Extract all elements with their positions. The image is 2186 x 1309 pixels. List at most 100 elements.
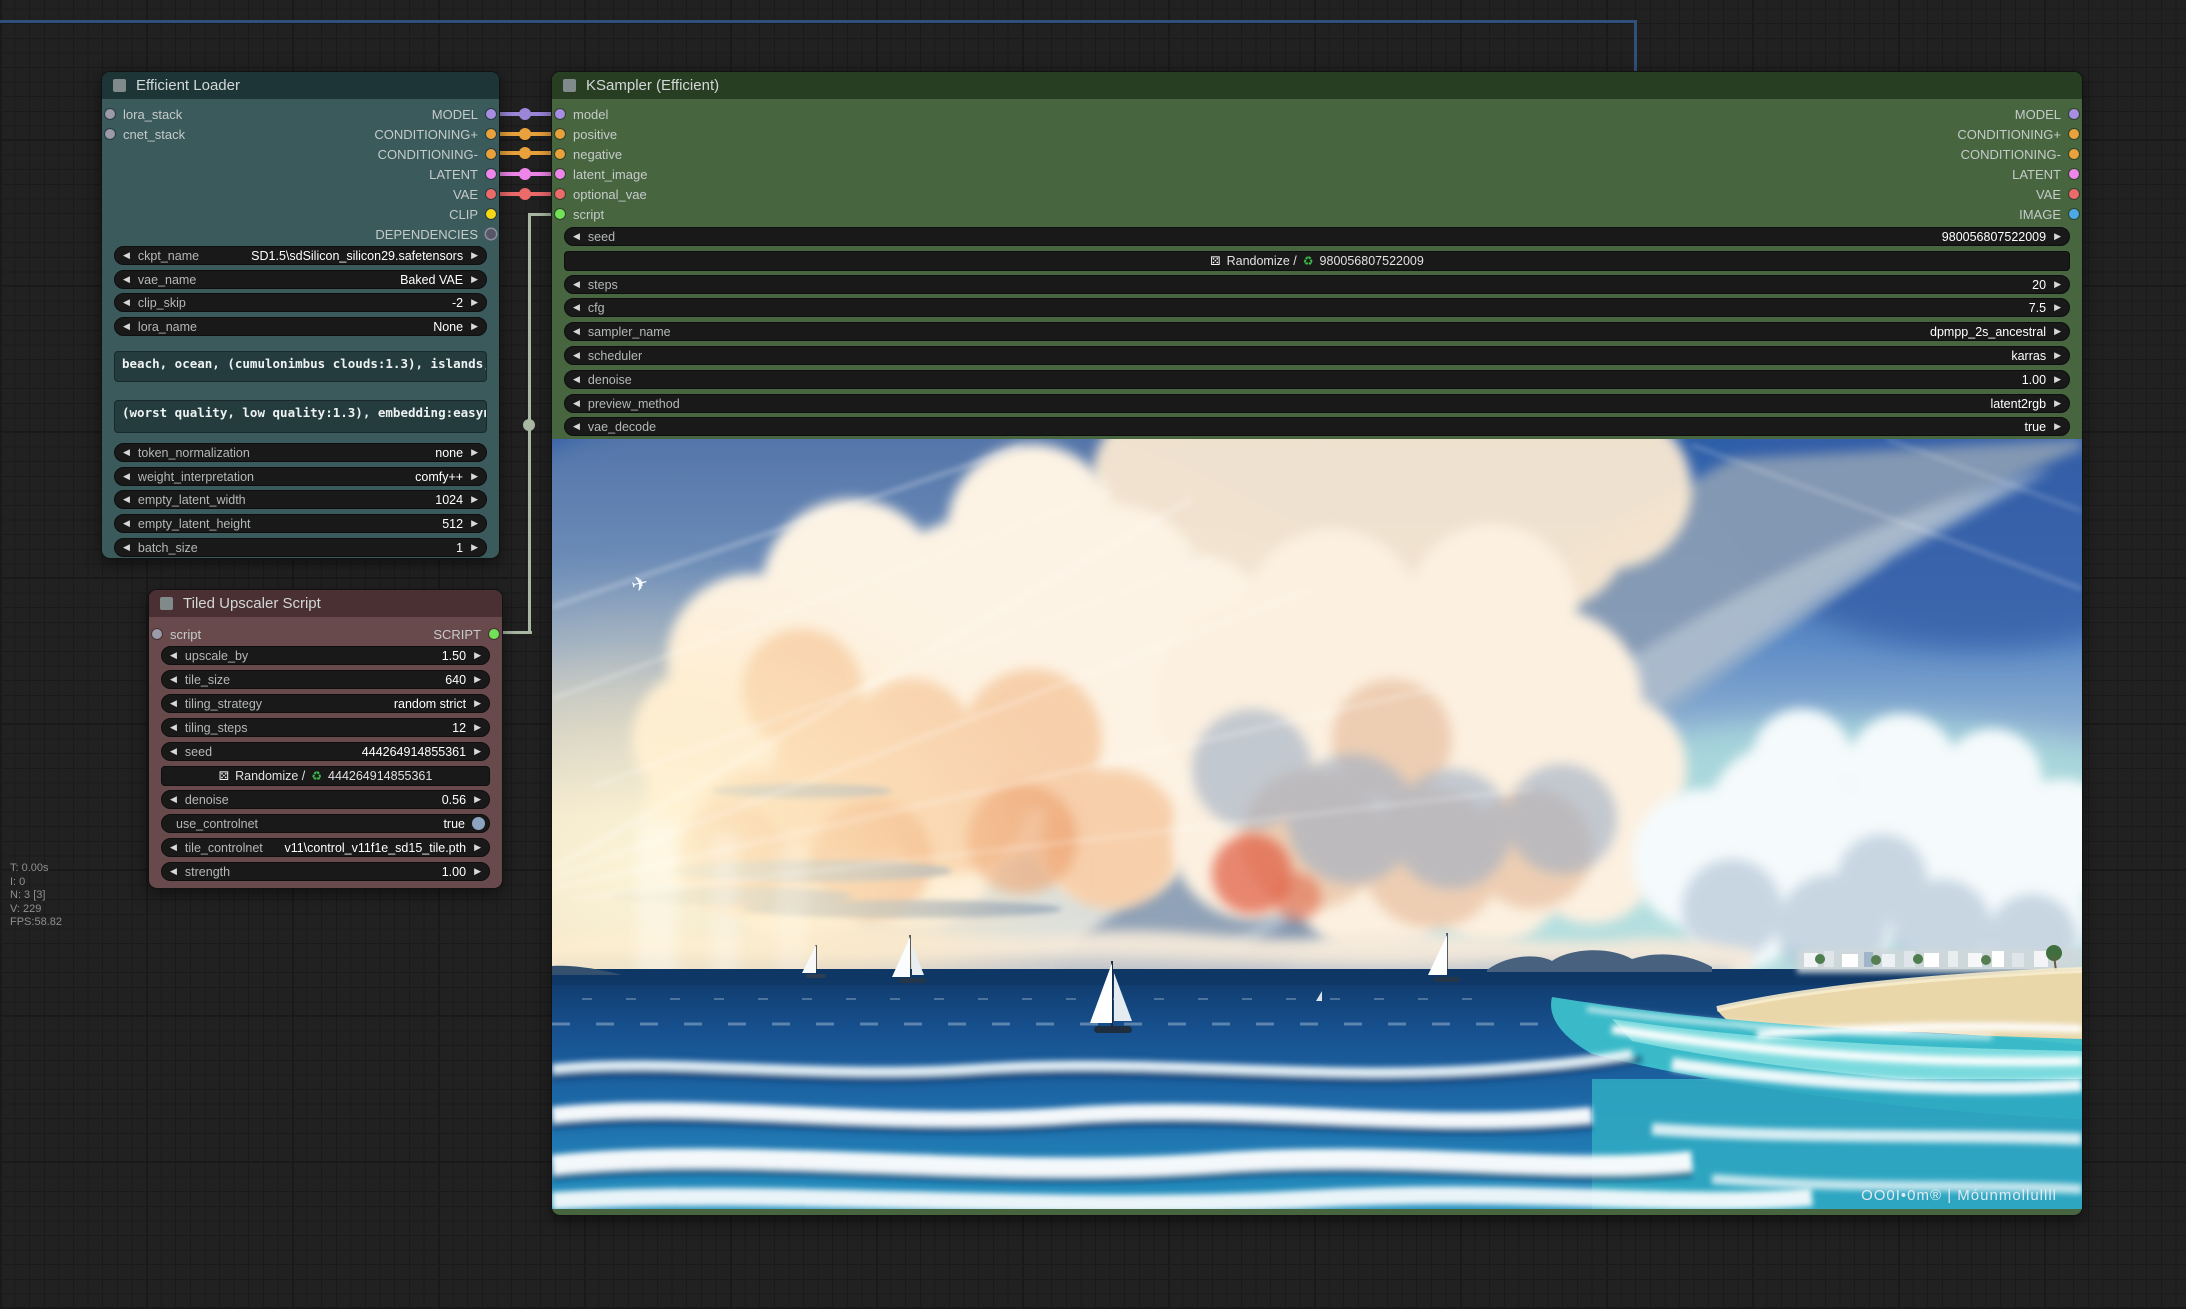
decrement-arrow-icon[interactable]: ◀ [115,275,138,284]
slot-dot[interactable] [105,129,115,139]
slot-dot[interactable] [555,209,565,219]
decrement-arrow-icon[interactable]: ◀ [115,448,138,457]
slot-dot[interactable] [486,189,496,199]
increment-arrow-icon[interactable]: ▶ [2046,232,2069,241]
randomize-button[interactable]: ⚄Randomize /♻980056807522009 [564,251,2070,271]
input-slot-negative[interactable]: negative [552,146,630,162]
widget-sampler_name[interactable]: ◀sampler_namedpmpp_2s_ancestral▶ [564,322,2070,341]
input-slot-positive[interactable]: positive [552,126,625,142]
decrement-arrow-icon[interactable]: ◀ [115,322,138,331]
slot-dot[interactable] [2069,209,2079,219]
decrement-arrow-icon[interactable]: ◀ [565,232,588,241]
increment-arrow-icon[interactable]: ▶ [463,519,486,528]
decrement-arrow-icon[interactable]: ◀ [162,795,185,804]
decrement-arrow-icon[interactable]: ◀ [162,699,185,708]
input-slot-script[interactable]: script [552,206,612,222]
input-slot-cnet-stack[interactable]: cnet_stack [102,126,193,142]
output-slot-conditioning-[interactable]: CONDITIONING- [1953,146,2082,162]
widget-scheduler[interactable]: ◀schedulerkarras▶ [564,346,2070,365]
widget-tiling_strategy[interactable]: ◀tiling_strategyrandom strict▶ [161,694,490,713]
increment-arrow-icon[interactable]: ▶ [463,251,486,260]
randomize-button[interactable]: ⚄Randomize /♻444264914855361 [161,766,490,786]
widget-weight_interpretation[interactable]: ◀weight_interpretationcomfy++▶ [114,467,487,486]
slot-dot[interactable] [555,169,565,179]
slot-dot[interactable] [2069,149,2079,159]
increment-arrow-icon[interactable]: ▶ [463,472,486,481]
negative-prompt-textarea[interactable]: (worst quality, low quality:1.3), embedd… [114,400,487,433]
decrement-arrow-icon[interactable]: ◀ [565,303,588,312]
slot-dot[interactable] [152,629,162,639]
widget-seed[interactable]: ◀seed444264914855361▶ [161,742,490,761]
node-header[interactable]: Efficient Loader [102,72,499,99]
increment-arrow-icon[interactable]: ▶ [466,699,489,708]
widget-empty_latent_width[interactable]: ◀empty_latent_width1024▶ [114,490,487,509]
output-slot-latent[interactable]: LATENT [421,166,499,182]
widget-upscale_by[interactable]: ◀upscale_by1.50▶ [161,646,490,665]
widget-vae_decode[interactable]: ◀vae_decodetrue▶ [564,417,2070,436]
collapse-box-icon[interactable] [160,597,173,610]
increment-arrow-icon[interactable]: ▶ [466,867,489,876]
decrement-arrow-icon[interactable]: ◀ [115,495,138,504]
output-slot-conditioning+[interactable]: CONDITIONING+ [366,126,499,142]
decrement-arrow-icon[interactable]: ◀ [565,422,588,431]
increment-arrow-icon[interactable]: ▶ [466,747,489,756]
node-tiled-upscaler-script[interactable]: Tiled Upscaler Script script SCRIPT ◀ups… [149,590,502,888]
widget-empty_latent_height[interactable]: ◀empty_latent_height512▶ [114,514,487,533]
output-slot-model[interactable]: MODEL [424,106,499,122]
widget-strength[interactable]: ◀strength1.00▶ [161,862,490,881]
wire-model-dot[interactable] [519,108,531,120]
output-slot-dependencies[interactable]: DEPENDENCIES [367,226,499,242]
slot-dot[interactable] [2069,169,2079,179]
collapse-box-icon[interactable] [113,79,126,92]
increment-arrow-icon[interactable]: ▶ [2046,399,2069,408]
increment-arrow-icon[interactable]: ▶ [463,275,486,284]
input-slot-lora-stack[interactable]: lora_stack [102,106,190,122]
increment-arrow-icon[interactable]: ▶ [2046,303,2069,312]
node-ksampler-efficient[interactable]: KSampler (Efficient) [552,72,2082,1215]
decrement-arrow-icon[interactable]: ◀ [565,327,588,336]
widget-clip_skip[interactable]: ◀clip_skip-2▶ [114,293,487,312]
decrement-arrow-icon[interactable]: ◀ [162,651,185,660]
output-slot-image[interactable]: IMAGE [2011,206,2082,222]
decrement-arrow-icon[interactable]: ◀ [115,519,138,528]
increment-arrow-icon[interactable]: ▶ [466,651,489,660]
increment-arrow-icon[interactable]: ▶ [463,495,486,504]
widget-ckpt_name[interactable]: ◀ckpt_nameSD1.5\sdSilicon_silicon29.safe… [114,246,487,265]
widget-batch_size[interactable]: ◀batch_size1▶ [114,538,487,557]
output-slot-latent[interactable]: LATENT [2004,166,2082,182]
decrement-arrow-icon[interactable]: ◀ [162,723,185,732]
slot-dot[interactable] [489,629,499,639]
node-header[interactable]: KSampler (Efficient) [552,72,2082,99]
slot-dot[interactable] [486,109,496,119]
increment-arrow-icon[interactable]: ▶ [2046,327,2069,336]
increment-arrow-icon[interactable]: ▶ [2046,422,2069,431]
decrement-arrow-icon[interactable]: ◀ [115,472,138,481]
increment-arrow-icon[interactable]: ▶ [466,795,489,804]
node-efficient-loader[interactable]: Efficient Loader lora_stack cnet_stack MO… [102,72,499,558]
widget-lora_name[interactable]: ◀lora_nameNone▶ [114,317,487,336]
increment-arrow-icon[interactable]: ▶ [463,543,486,552]
widget-denoise[interactable]: ◀denoise0.56▶ [161,790,490,809]
increment-arrow-icon[interactable]: ▶ [463,448,486,457]
output-slot-vae[interactable]: VAE [2028,186,2082,202]
increment-arrow-icon[interactable]: ▶ [463,298,486,307]
positive-prompt-textarea[interactable]: beach, ocean, (cumulonimbus clouds:1.3),… [114,351,487,382]
wire-conditioning-pos-dot[interactable] [519,128,531,140]
widget-preview_method[interactable]: ◀preview_methodlatent2rgb▶ [564,394,2070,413]
slot-dot[interactable] [486,149,496,159]
slot-dot[interactable] [555,149,565,159]
widget-tile_size[interactable]: ◀tile_size640▶ [161,670,490,689]
decrement-arrow-icon[interactable]: ◀ [565,280,588,289]
widget-tile_controlnet[interactable]: ◀tile_controlnetv11\control_v11f1e_sd15_… [161,838,490,857]
slot-dot[interactable] [105,109,115,119]
decrement-arrow-icon[interactable]: ◀ [115,298,138,307]
node-header[interactable]: Tiled Upscaler Script [149,590,502,617]
slot-dot[interactable] [2069,129,2079,139]
decrement-arrow-icon[interactable]: ◀ [162,747,185,756]
decrement-arrow-icon[interactable]: ◀ [162,867,185,876]
output-slot-conditioning-[interactable]: CONDITIONING- [370,146,499,162]
input-slot-optional-vae[interactable]: optional_vae [552,186,655,202]
slot-dot[interactable] [486,169,496,179]
increment-arrow-icon[interactable]: ▶ [466,843,489,852]
slot-dot[interactable] [555,109,565,119]
